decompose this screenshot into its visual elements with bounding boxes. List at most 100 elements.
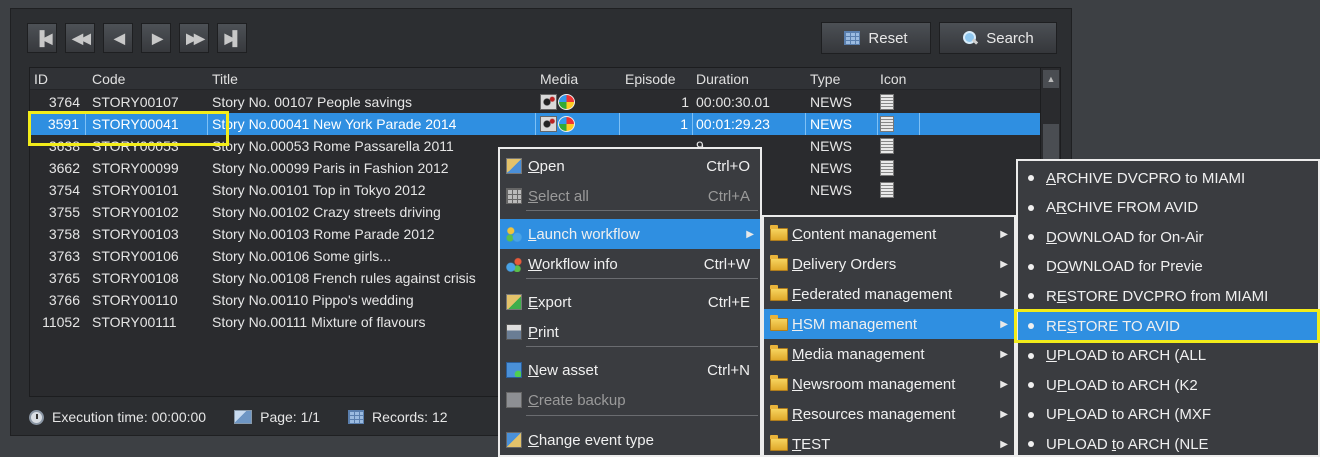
- menu-item-label: Select all: [528, 187, 589, 205]
- records-text: Records: 12: [372, 409, 448, 425]
- cell-type: NEWS: [810, 160, 852, 176]
- cell-id: 11052: [42, 314, 80, 330]
- fast-back-button[interactable]: ◀◀: [65, 23, 95, 53]
- workflow-item-upload-to-arch-all[interactable]: UPLOAD to ARCH (ALL: [1018, 341, 1318, 371]
- workflow-item-label: UPLOAD to ARCH (K2: [1046, 376, 1198, 394]
- records-status: Records: 12: [348, 409, 448, 425]
- create-backup-icon: [506, 392, 522, 408]
- workflow-item-upload-to-arch-k2[interactable]: UPLOAD to ARCH (K2: [1018, 370, 1318, 400]
- cell-title: Story No. 00107 People savings: [212, 94, 413, 110]
- menu-item-shortcut: Ctrl+A: [707, 187, 750, 205]
- launch-workflow-submenu: Content management ▶ Delivery Orders ▶ Feder…: [762, 215, 1016, 457]
- cell-id: 3662: [48, 160, 80, 176]
- cell-id: 3754: [48, 182, 80, 198]
- column-header-icon[interactable]: Icon: [880, 68, 920, 90]
- menu-item-print[interactable]: Print: [500, 317, 760, 347]
- submenu-item-label: Newsroom management: [792, 375, 956, 393]
- submenu-item-media-management[interactable]: Media management ▶: [764, 339, 1014, 369]
- workflow-item-archive-from-avid[interactable]: ARCHIVE FROM AVID: [1018, 193, 1318, 223]
- menu-item-new-asset[interactable]: New asset Ctrl+N: [500, 355, 760, 385]
- last-page-icon: ▶▌: [224, 29, 243, 46]
- submenu-item-newsroom-management[interactable]: Newsroom management ▶: [764, 369, 1014, 399]
- submenu-item-label: Delivery Orders: [792, 255, 897, 273]
- cell-type: NEWS: [810, 182, 852, 198]
- column-header-media[interactable]: Media: [540, 68, 620, 90]
- prev-page-button[interactable]: ◀: [103, 23, 133, 53]
- reset-button[interactable]: Reset: [821, 22, 931, 54]
- menu-item-launch-workflow[interactable]: Launch workflow ▶: [500, 219, 760, 249]
- menu-item-label: Export: [528, 293, 572, 311]
- submenu-item-label: Resources management: [792, 405, 956, 423]
- column-header-id[interactable]: ID: [30, 68, 86, 90]
- grid-header: ID Code Title Media Episode Duration Typ…: [30, 68, 1040, 90]
- workflow-item-download-for-previe[interactable]: DOWNLOAD for Previe: [1018, 252, 1318, 282]
- workflow-item-upload-to-arch-mxf[interactable]: UPLOAD to ARCH (MXF: [1018, 400, 1318, 430]
- submenu-item-federated-management[interactable]: Federated management ▶: [764, 279, 1014, 309]
- submenu-arrow-icon: ▶: [1000, 378, 1008, 390]
- cell-code: STORY00106: [92, 248, 179, 264]
- column-header-duration[interactable]: Duration: [696, 68, 806, 90]
- media-icons: [540, 94, 575, 110]
- submenu-arrow-icon: ▶: [1000, 258, 1008, 270]
- context-menu: Open Ctrl+O Select all Ctrl+A Launch workflo…: [498, 147, 762, 457]
- cell-id: 3755: [48, 204, 80, 220]
- reset-label: Reset: [868, 29, 908, 47]
- menu-separator: [526, 278, 758, 279]
- last-page-button[interactable]: ▶▌: [217, 23, 247, 53]
- submenu-arrow-icon: ▶: [1000, 318, 1008, 330]
- menu-item-export[interactable]: Export Ctrl+E: [500, 287, 760, 317]
- submenu-item-test[interactable]: TEST ▶: [764, 429, 1014, 457]
- submenu-item-label: Federated management: [792, 285, 953, 303]
- status-bar: Execution time: 00:00:00 Page: 1/1 Recor…: [29, 403, 448, 431]
- folder-icon: [770, 315, 788, 331]
- clock-icon: [29, 409, 44, 425]
- cell-title: Story No.00099 Paris in Fashion 2012: [212, 160, 449, 176]
- cell-type: NEWS: [810, 94, 852, 110]
- workflow-item-upload-to-arch-nle[interactable]: UPLOAD to ARCH (NLE: [1018, 429, 1318, 457]
- submenu-item-delivery-orders[interactable]: Delivery Orders ▶: [764, 249, 1014, 279]
- table-row[interactable]: 3764 STORY00107 Story No. 00107 People sav…: [30, 91, 1040, 113]
- column-header-code[interactable]: Code: [92, 68, 208, 90]
- next-page-button[interactable]: ▶: [141, 23, 171, 53]
- submenu-item-resources-management[interactable]: Resources management ▶: [764, 399, 1014, 429]
- workflow-item-label: DOWNLOAD for On-Air: [1046, 228, 1204, 246]
- story-icon: [880, 182, 894, 198]
- story-icon: [880, 94, 894, 110]
- search-button[interactable]: Search: [939, 22, 1057, 54]
- fast-forward-button[interactable]: ▶▶: [179, 23, 209, 53]
- workflow-info-icon: [506, 256, 522, 272]
- workflow-item-restore-to-avid[interactable]: RESTORE TO AVID: [1018, 311, 1318, 341]
- video-media-icon: [540, 94, 557, 110]
- workflow-item-label: RESTORE TO AVID: [1046, 317, 1180, 335]
- fast-forward-icon: ▶▶: [186, 29, 204, 46]
- cell-id: 3763: [48, 248, 80, 264]
- column-header-title[interactable]: Title: [212, 68, 536, 90]
- menu-item-shortcut: Ctrl+N: [707, 361, 750, 379]
- cell-code: STORY00108: [92, 270, 179, 286]
- cell-code: STORY00102: [92, 204, 179, 220]
- cell-code: STORY00111: [92, 314, 177, 330]
- submenu-item-label: HSM management: [792, 315, 918, 333]
- cell-duration: 00:00:30.01: [696, 94, 770, 110]
- workflow-item-restore-dvcpro-from-miami[interactable]: RESTORE DVCPRO from MIAMI: [1018, 281, 1318, 311]
- cell-title: Story No.00102 Crazy streets driving: [212, 204, 441, 220]
- first-page-button[interactable]: ▐◀: [27, 23, 57, 53]
- menu-item-change-event-type[interactable]: Change event type: [500, 425, 760, 455]
- table-row-selected[interactable]: 3591 STORY00041 Story No.00041 New York Pa…: [30, 113, 1040, 135]
- next-page-icon: ▶: [152, 29, 163, 46]
- menu-item-workflow-info[interactable]: Workflow info Ctrl+W: [500, 249, 760, 279]
- submenu-item-label: TEST: [792, 435, 831, 453]
- menu-separator: [526, 346, 758, 347]
- workflow-item-download-for-on-air[interactable]: DOWNLOAD for On-Air: [1018, 222, 1318, 252]
- submenu-item-content-management[interactable]: Content management ▶: [764, 219, 1014, 249]
- cell-id: 3766: [48, 292, 80, 308]
- workflow-item-archive-dvcpro-to-miami[interactable]: ARCHIVE DVCPRO to MIAMI: [1018, 163, 1318, 193]
- column-header-episode[interactable]: Episode: [623, 68, 693, 90]
- cell-id: 3591: [30, 113, 86, 135]
- cell-id: 3638: [48, 138, 80, 154]
- column-header-type[interactable]: Type: [810, 68, 878, 90]
- submenu-item-hsm-management[interactable]: HSM management ▶: [764, 309, 1014, 339]
- menu-item-label: Open: [528, 157, 565, 175]
- scroll-up-icon[interactable]: ▲: [1043, 70, 1059, 88]
- menu-item-open[interactable]: Open Ctrl+O: [500, 151, 760, 181]
